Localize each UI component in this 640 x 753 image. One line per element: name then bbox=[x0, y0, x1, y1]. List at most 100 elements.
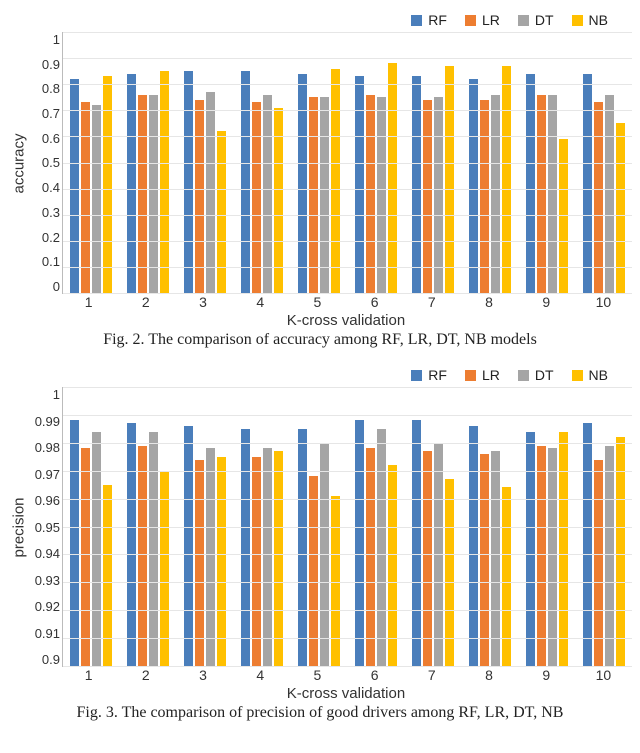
legend-label-rf: RF bbox=[428, 367, 447, 383]
fig3-legend: RF LR DT NB bbox=[8, 363, 632, 387]
swatch-dt bbox=[518, 15, 529, 26]
bar-lr bbox=[309, 97, 318, 293]
bar-nb bbox=[331, 69, 340, 293]
ytick: 0.1 bbox=[42, 254, 60, 269]
ytick: 0.3 bbox=[42, 205, 60, 220]
xtick: 1 bbox=[60, 294, 117, 310]
bar-lr bbox=[366, 448, 375, 666]
bar-lr bbox=[195, 460, 204, 666]
bar-rf bbox=[70, 79, 79, 293]
fig2-caption: Fig. 2. The comparison of accuracy among… bbox=[8, 331, 632, 349]
ytick: 0.91 bbox=[35, 626, 60, 641]
xtick: 3 bbox=[174, 294, 231, 310]
bar-rf bbox=[412, 420, 421, 666]
fig3-yticks: 10.990.980.970.960.950.940.930.920.910.9 bbox=[30, 387, 62, 667]
bar-dt bbox=[377, 97, 386, 293]
xtick: 6 bbox=[346, 667, 403, 683]
bar-dt bbox=[548, 95, 557, 293]
legend-label-lr: LR bbox=[482, 367, 500, 383]
bar-nb bbox=[103, 76, 112, 293]
bar-nb bbox=[388, 63, 397, 293]
ytick: 0.9 bbox=[42, 652, 60, 667]
fig2-legend: RF LR DT NB bbox=[8, 8, 632, 32]
legend-item-lr: LR bbox=[465, 367, 500, 383]
bar-dt bbox=[149, 432, 158, 666]
bar-dt bbox=[320, 443, 329, 666]
legend-item-dt: DT bbox=[518, 12, 554, 28]
bar-dt bbox=[263, 95, 272, 293]
bar-lr bbox=[594, 460, 603, 666]
bar-lr bbox=[309, 476, 318, 666]
xtick: 2 bbox=[117, 667, 174, 683]
bar-nb bbox=[445, 479, 454, 666]
bar-nb bbox=[559, 139, 568, 293]
swatch-lr bbox=[465, 370, 476, 381]
bar-lr bbox=[138, 95, 147, 293]
xtick: 7 bbox=[403, 294, 460, 310]
fig2-xlabel: K-cross validation bbox=[60, 312, 632, 329]
fig2-groups bbox=[63, 32, 632, 293]
fig3-plot-wrap: precision 10.990.980.970.960.950.940.930… bbox=[8, 387, 632, 667]
xtick: 9 bbox=[518, 294, 575, 310]
bar-dt bbox=[605, 446, 614, 666]
bar-dt bbox=[377, 429, 386, 666]
bar-rf bbox=[355, 420, 364, 666]
bar-dt bbox=[491, 451, 500, 666]
bar-nb bbox=[217, 131, 226, 293]
fig2-xticks: 12345678910 bbox=[60, 294, 632, 310]
bar-nb bbox=[445, 66, 454, 293]
legend-label-lr: LR bbox=[482, 12, 500, 28]
bar-nb bbox=[616, 123, 625, 293]
ytick: 0.5 bbox=[42, 155, 60, 170]
xtick: 5 bbox=[289, 667, 346, 683]
bar-rf bbox=[526, 74, 535, 293]
bar-nb bbox=[103, 485, 112, 666]
xtick: 10 bbox=[575, 667, 632, 683]
xtick: 5 bbox=[289, 294, 346, 310]
bar-group bbox=[404, 32, 461, 293]
ytick: 0.97 bbox=[35, 467, 60, 482]
bar-dt bbox=[434, 97, 443, 293]
bar-lr bbox=[366, 95, 375, 293]
ytick: 1 bbox=[53, 32, 60, 47]
bar-nb bbox=[502, 487, 511, 666]
bar-group bbox=[575, 387, 632, 666]
swatch-nb bbox=[572, 15, 583, 26]
xtick: 4 bbox=[232, 294, 289, 310]
xtick: 6 bbox=[346, 294, 403, 310]
bar-lr bbox=[594, 102, 603, 293]
bar-nb bbox=[616, 437, 625, 666]
bar-group bbox=[63, 32, 120, 293]
bar-rf bbox=[70, 420, 79, 666]
fig3-caption: Fig. 3. The comparison of precision of g… bbox=[8, 704, 632, 722]
bar-dt bbox=[491, 95, 500, 293]
bar-lr bbox=[537, 95, 546, 293]
legend-label-rf: RF bbox=[428, 12, 447, 28]
ytick: 0.8 bbox=[42, 81, 60, 96]
xtick: 2 bbox=[117, 294, 174, 310]
xtick: 9 bbox=[518, 667, 575, 683]
bar-rf bbox=[583, 423, 592, 666]
ytick: 0.99 bbox=[35, 414, 60, 429]
swatch-rf bbox=[411, 15, 422, 26]
xtick: 4 bbox=[232, 667, 289, 683]
legend-item-lr: LR bbox=[465, 12, 500, 28]
bar-group bbox=[348, 387, 405, 666]
ytick: 0.4 bbox=[42, 180, 60, 195]
fig3-xlabel: K-cross validation bbox=[60, 685, 632, 702]
ytick: 0.98 bbox=[35, 440, 60, 455]
bar-rf bbox=[469, 79, 478, 293]
bar-group bbox=[120, 387, 177, 666]
bar-nb bbox=[160, 471, 169, 666]
ytick: 0.6 bbox=[42, 131, 60, 146]
bar-nb bbox=[274, 108, 283, 293]
bar-dt bbox=[605, 95, 614, 293]
bar-dt bbox=[548, 448, 557, 666]
xtick: 1 bbox=[60, 667, 117, 683]
bar-nb bbox=[331, 496, 340, 666]
legend-label-nb: NB bbox=[589, 12, 608, 28]
bar-lr bbox=[81, 448, 90, 666]
bar-nb bbox=[388, 465, 397, 666]
ytick: 1 bbox=[53, 387, 60, 402]
bar-lr bbox=[480, 100, 489, 293]
